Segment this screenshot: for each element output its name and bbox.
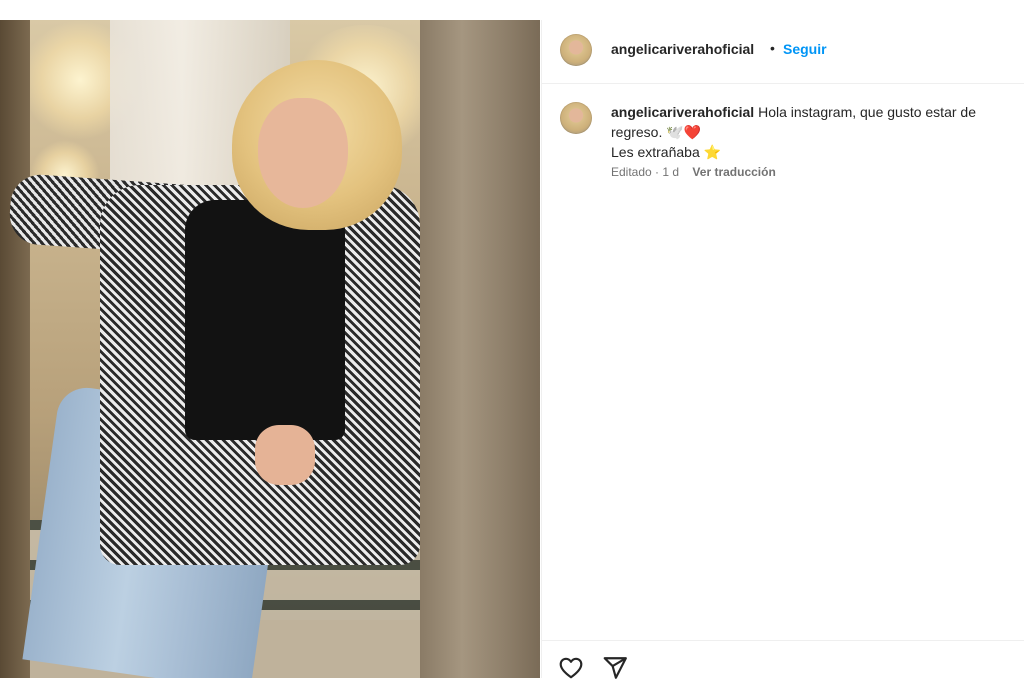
post-sidebar: angelicariverahoficial • Seguir angelica… (541, 20, 1024, 679)
caption-meta: Editado · 1 d Ver traducción (611, 165, 776, 179)
caption-username[interactable]: angelicariverahoficial (611, 104, 754, 120)
header-separator: • (770, 40, 775, 56)
see-translation-link[interactable]: Ver traducción (692, 165, 775, 179)
profile-avatar[interactable] (560, 34, 592, 66)
heart-icon[interactable] (558, 655, 584, 681)
person-hand (255, 425, 315, 485)
time-separator: · (655, 165, 660, 179)
edited-label: Editado (611, 165, 652, 179)
caption-avatar[interactable] (560, 102, 592, 134)
caption-text: angelicariverahoficial Hola instagram, q… (611, 102, 1021, 162)
person-face (258, 98, 348, 208)
tree-trunk-right (420, 20, 540, 678)
tree-trunk-left (0, 20, 30, 678)
post-actions (542, 640, 1024, 679)
instagram-post: angelicariverahoficial • Seguir angelica… (0, 0, 1024, 679)
header-username[interactable]: angelicariverahoficial (611, 41, 754, 57)
caption-line-2: Les extrañaba ⭐ (611, 144, 722, 160)
post-header: angelicariverahoficial • Seguir (542, 20, 1024, 84)
paper-plane-icon[interactable] (602, 655, 628, 681)
person-shirt (185, 200, 345, 440)
post-photo[interactable] (0, 20, 540, 678)
post-time: 1 d (662, 165, 680, 179)
follow-button[interactable]: Seguir (783, 41, 827, 57)
